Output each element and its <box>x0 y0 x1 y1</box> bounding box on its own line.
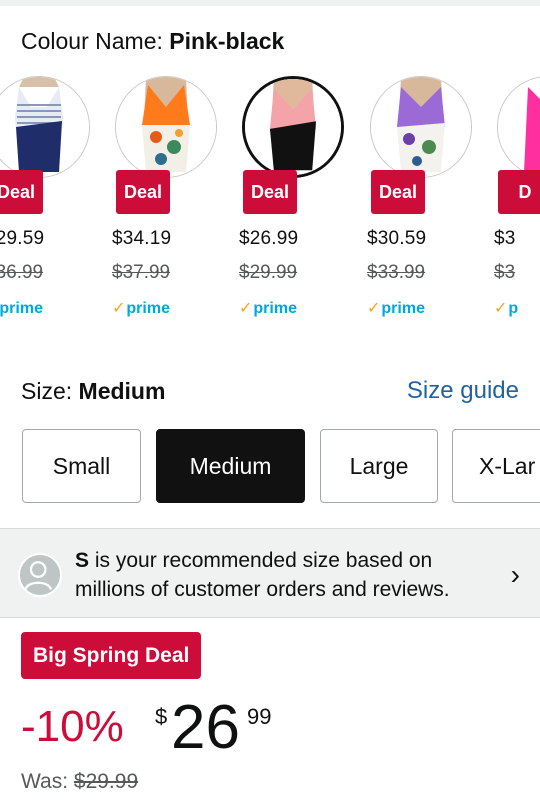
colour-swatch-carousel[interactable]: Deal $29.59 $36.99 ✓prime Deal $34.19 $3… <box>0 74 540 334</box>
size-option-medium[interactable]: Medium <box>156 429 305 503</box>
was-price-row: Was: $29.99 <box>21 770 138 794</box>
swatch-image[interactable] <box>497 76 540 178</box>
deal-badge: Deal <box>243 170 297 214</box>
user-avatar-icon <box>18 553 62 597</box>
deal-badge: Deal <box>116 170 170 214</box>
deal-badge: Deal <box>0 170 43 214</box>
colour-name-row: Colour Name: Pink-black <box>21 28 284 55</box>
prime-badge: ✓prime <box>367 300 425 317</box>
colour-name-label: Colour Name: <box>21 28 170 54</box>
swatch-image[interactable] <box>115 76 217 178</box>
prime-badge: ✓p <box>494 300 519 317</box>
swatch-price: $26.99 <box>239 228 299 249</box>
top-divider <box>0 0 540 6</box>
size-recommendation[interactable]: S is your recommended size based on mill… <box>0 528 540 618</box>
deal-badge: D <box>498 170 540 214</box>
swatch-was-price: $33.99 <box>367 262 426 283</box>
swatch-image[interactable] <box>370 76 472 178</box>
colour-swatch[interactable]: Deal $34.19 $37.99 ✓prime <box>105 74 217 324</box>
price-fraction: 99 <box>247 704 272 729</box>
size-guide-link[interactable]: Size guide <box>407 377 519 405</box>
prime-check-icon: ✓ <box>494 300 508 317</box>
recommendation-text: S is your recommended size based on mill… <box>75 546 495 604</box>
swatch-image[interactable] <box>242 76 344 178</box>
prime-badge: ✓prime <box>239 300 297 317</box>
size-value: Medium <box>78 378 166 404</box>
discount-percent: -10% <box>21 702 124 751</box>
swatch-price: $29.59 <box>0 228 45 249</box>
swatch-price: $30.59 <box>367 228 427 249</box>
colour-name-value: Pink-black <box>169 28 285 54</box>
recommendation-message: is your recommended size based on millio… <box>75 549 450 601</box>
swatch-image[interactable] <box>0 76 90 178</box>
swatch-was-price: $36.99 <box>0 262 44 283</box>
swatch-was-price: $3 <box>494 262 516 283</box>
size-option-large[interactable]: Large <box>320 429 438 503</box>
was-label: Was: <box>21 770 74 793</box>
price-currency: $ <box>155 704 168 729</box>
deal-badge: Deal <box>371 170 425 214</box>
big-spring-deal-badge: Big Spring Deal <box>21 632 202 679</box>
size-option-x-large[interactable]: X-Lar <box>452 429 540 503</box>
size-option-small[interactable]: Small <box>22 429 141 503</box>
was-price: $29.99 <box>73 770 139 793</box>
colour-swatch[interactable]: Deal $29.59 $36.99 ✓prime <box>0 74 90 324</box>
size-label: Size: <box>21 378 79 404</box>
prime-badge: ✓prime <box>0 300 43 317</box>
swatch-price: $34.19 <box>112 228 172 249</box>
prime-check-icon: ✓ <box>239 300 253 317</box>
colour-swatch[interactable]: Deal $30.59 $33.99 ✓prime <box>360 74 472 324</box>
prime-check-icon: ✓ <box>112 300 126 317</box>
chevron-right-icon[interactable]: › <box>511 559 520 591</box>
colour-swatch-selected[interactable]: Deal $26.99 $29.99 ✓prime <box>232 74 344 324</box>
size-options: Small Medium Large X-Lar <box>0 429 540 505</box>
colour-swatch[interactable]: D $3 $3 ✓p <box>487 74 540 324</box>
swatch-was-price: $37.99 <box>112 262 171 283</box>
prime-check-icon: ✓ <box>367 300 381 317</box>
size-row: Size: Medium <box>21 378 165 405</box>
swatch-price: $3 <box>494 228 516 249</box>
swatch-was-price: $29.99 <box>239 262 298 283</box>
prime-badge: ✓prime <box>112 300 170 317</box>
price-whole: 26 <box>171 693 240 762</box>
recommended-size: S <box>75 549 90 572</box>
